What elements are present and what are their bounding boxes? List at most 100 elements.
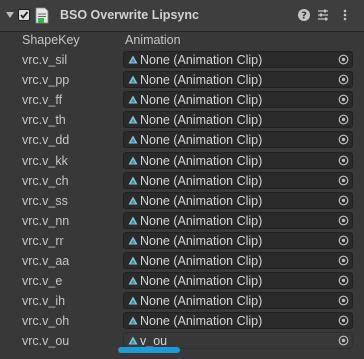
table-row: vrc.v_ih None (Animation Clip) xyxy=(0,291,356,311)
animation-clip-value: None (Animation Clip) xyxy=(140,254,263,268)
column-header-animation: Animation xyxy=(125,33,181,47)
table-row: vrc.v_sil None (Animation Clip) xyxy=(0,50,356,70)
animation-clip-icon xyxy=(128,95,138,104)
animation-clip-value: None (Animation Clip) xyxy=(140,194,263,208)
horizontal-scrollbar-thumb[interactable] xyxy=(118,347,180,353)
object-picker-icon[interactable] xyxy=(338,315,349,326)
shapekey-label: vrc.v_pp xyxy=(22,73,70,87)
object-picker-icon[interactable] xyxy=(338,335,349,346)
animation-clip-icon xyxy=(128,336,138,345)
table-row: vrc.v_pp None (Animation Clip) xyxy=(0,70,356,90)
animation-clip-icon xyxy=(128,276,138,285)
animation-clip-field[interactable]: None (Animation Clip) xyxy=(123,232,353,249)
help-icon[interactable]: ? xyxy=(297,8,311,22)
animation-clip-value: None (Animation Clip) xyxy=(140,214,263,228)
shapekey-label: vrc.v_dd xyxy=(22,133,70,147)
object-picker-icon[interactable] xyxy=(338,114,349,125)
animation-clip-value: None (Animation Clip) xyxy=(140,174,263,188)
object-picker-icon[interactable] xyxy=(338,295,349,306)
object-picker-icon[interactable] xyxy=(338,54,349,65)
animation-clip-value: None (Animation Clip) xyxy=(140,93,263,107)
animation-clip-icon xyxy=(128,236,138,245)
object-picker-icon[interactable] xyxy=(338,175,349,186)
shapekey-label: vrc.v_e xyxy=(22,274,63,288)
animation-clip-icon xyxy=(128,216,138,225)
animation-clip-value: None (Animation Clip) xyxy=(140,234,263,248)
shapekey-label: vrc.v_rr xyxy=(22,234,64,248)
animation-clip-icon xyxy=(128,135,138,144)
shapekey-label: vrc.v_aa xyxy=(22,254,70,268)
shapekey-label: vrc.v_oh xyxy=(22,314,70,328)
animation-clip-field[interactable]: None (Animation Clip) xyxy=(123,212,353,229)
animation-clip-field[interactable]: None (Animation Clip) xyxy=(123,131,353,148)
shapekey-label: vrc.v_ff xyxy=(22,93,63,107)
animation-clip-value: None (Animation Clip) xyxy=(140,314,263,328)
table-row: vrc.v_th None (Animation Clip) xyxy=(0,110,356,130)
table-row: vrc.v_dd None (Animation Clip) xyxy=(0,130,356,150)
animation-clip-field[interactable]: None (Animation Clip) xyxy=(123,292,353,309)
animation-clip-field[interactable]: None (Animation Clip) xyxy=(123,272,353,289)
table-row: vrc.v_kk None (Animation Clip) xyxy=(0,151,356,171)
table-row: vrc.v_aa None (Animation Clip) xyxy=(0,251,356,271)
shapekey-label: vrc.v_nn xyxy=(22,214,70,228)
animation-clip-field[interactable]: None (Animation Clip) xyxy=(123,192,353,209)
animation-clip-field[interactable]: None (Animation Clip) xyxy=(123,111,353,128)
object-picker-icon[interactable] xyxy=(338,134,349,145)
table-row: vrc.v_oh None (Animation Clip) xyxy=(0,311,356,331)
animation-clip-value: None (Animation Clip) xyxy=(140,113,263,127)
table-row: vrc.v_ff None (Animation Clip) xyxy=(0,90,356,110)
animation-clip-field[interactable]: None (Animation Clip) xyxy=(123,312,353,329)
shapekey-label: vrc.v_ss xyxy=(22,194,68,208)
shapekey-label: vrc.v_kk xyxy=(22,154,68,168)
more-options-icon[interactable] xyxy=(338,8,352,22)
object-picker-icon[interactable] xyxy=(338,215,349,226)
foldout-arrow-icon[interactable] xyxy=(5,10,15,20)
animation-clip-value: None (Animation Clip) xyxy=(140,73,263,87)
animation-clip-icon xyxy=(128,196,138,205)
shapekey-label: vrc.v_ch xyxy=(22,174,69,188)
animation-clip-field[interactable]: None (Animation Clip) xyxy=(123,91,353,108)
object-picker-icon[interactable] xyxy=(338,94,349,105)
column-header-shapekey: ShapeKey xyxy=(22,33,80,47)
animation-clip-icon xyxy=(128,75,138,84)
table-row: vrc.v_rr None (Animation Clip) xyxy=(0,231,356,251)
animation-clip-icon xyxy=(128,316,138,325)
object-picker-icon[interactable] xyxy=(338,235,349,246)
animation-clip-icon xyxy=(128,256,138,265)
enable-checkbox-icon[interactable] xyxy=(18,9,30,21)
animation-clip-field[interactable]: None (Animation Clip) xyxy=(123,252,353,269)
animation-clip-field[interactable]: None (Animation Clip) xyxy=(123,51,353,68)
animation-clip-value: None (Animation Clip) xyxy=(140,294,263,308)
animation-clip-field[interactable]: None (Animation Clip) xyxy=(123,71,353,88)
shapekey-label: vrc.v_th xyxy=(22,113,66,127)
object-picker-icon[interactable] xyxy=(338,74,349,85)
animation-clip-icon xyxy=(128,55,138,64)
component-title: BSO Overwrite Lipsync xyxy=(60,8,199,22)
animation-clip-field[interactable]: None (Animation Clip) xyxy=(123,152,353,169)
animation-clip-value: None (Animation Clip) xyxy=(140,53,263,67)
table-row: vrc.v_ss None (Animation Clip) xyxy=(0,191,356,211)
animation-clip-icon xyxy=(128,176,138,185)
vertical-scrollbar[interactable] xyxy=(356,32,364,359)
animation-clip-icon xyxy=(128,115,138,124)
object-picker-icon[interactable] xyxy=(338,195,349,206)
animation-clip-value: None (Animation Clip) xyxy=(140,274,263,288)
svg-text:?: ? xyxy=(301,11,307,22)
object-picker-icon[interactable] xyxy=(338,255,349,266)
animation-clip-value: None (Animation Clip) xyxy=(140,133,263,147)
script-icon xyxy=(35,7,49,24)
animation-clip-value: v_ou xyxy=(140,334,168,348)
animation-clip-value: None (Animation Clip) xyxy=(140,154,263,168)
table-row: vrc.v_ch None (Animation Clip) xyxy=(0,171,356,191)
component-header: BSO Overwrite Lipsync ? xyxy=(0,0,364,32)
animation-clip-icon xyxy=(128,156,138,165)
animation-clip-field[interactable]: None (Animation Clip) xyxy=(123,172,353,189)
shapekey-label: vrc.v_ou xyxy=(22,334,70,348)
object-picker-icon[interactable] xyxy=(338,275,349,286)
table-row: vrc.v_e None (Animation Clip) xyxy=(0,271,356,291)
object-picker-icon[interactable] xyxy=(338,155,349,166)
table-row: vrc.v_nn None (Animation Clip) xyxy=(0,211,356,231)
shapekey-label: vrc.v_sil xyxy=(22,53,68,67)
presets-icon[interactable] xyxy=(316,8,330,22)
animation-clip-icon xyxy=(128,296,138,305)
